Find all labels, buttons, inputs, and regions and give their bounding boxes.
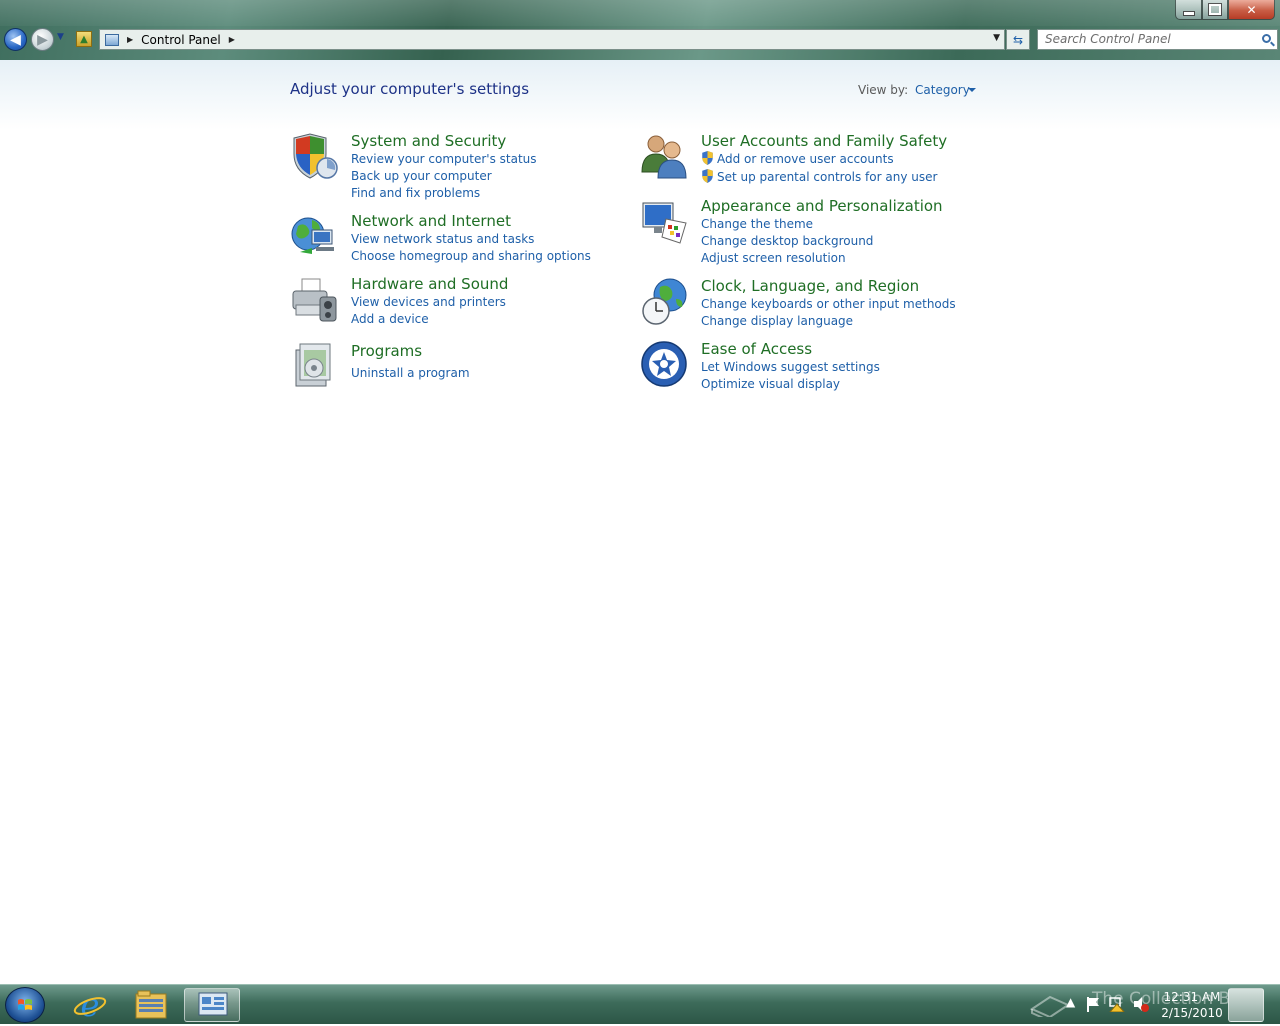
category-network-internet: Network and Internet View network status… [290, 212, 591, 267]
refresh-button[interactable]: ⇆ [1006, 29, 1030, 50]
breadcrumb-chevron-icon[interactable]: ▶ [229, 35, 235, 44]
taskbar-windows-explorer[interactable] [123, 988, 179, 1022]
taskbar-control-panel[interactable] [184, 988, 240, 1022]
programs-box-icon[interactable] [290, 342, 338, 390]
address-bar[interactable]: ▶ Control Panel ▶ ▼ [99, 29, 1005, 50]
link-view-network-status[interactable]: View network status and tasks [351, 232, 534, 246]
view-by-dropdown[interactable]: Category [915, 83, 970, 97]
show-desktop-button[interactable] [1228, 988, 1264, 1022]
control-panel-icon [105, 33, 119, 46]
category-appearance: Appearance and Personalization Change th… [640, 197, 960, 267]
link-review-status[interactable]: Review your computer's status [351, 152, 537, 166]
category-title-user-accounts[interactable]: User Accounts and Family Safety [701, 132, 947, 150]
taskbar: e The Collection Book ▲ 12:31 AM 2/15/20… [0, 984, 1280, 1024]
maximize-button[interactable] [1202, 0, 1228, 20]
network-globe-icon[interactable] [290, 212, 338, 260]
search-input[interactable]: Search Control Panel [1037, 29, 1278, 50]
category-system-security: System and Security Review your computer… [290, 132, 590, 202]
category-title-ease-access[interactable]: Ease of Access [701, 340, 812, 358]
link-parental-controls[interactable]: Set up parental controls for any user [717, 170, 937, 184]
link-add-remove-accounts[interactable]: Add or remove user accounts [717, 152, 894, 166]
category-user-accounts: User Accounts and Family Safety Add or r… [640, 132, 960, 187]
recent-pages-dropdown[interactable]: ▼ [57, 32, 67, 46]
category-title-hardware-sound[interactable]: Hardware and Sound [351, 275, 508, 293]
windows-logo-icon [18, 999, 32, 1010]
link-screen-resolution[interactable]: Adjust screen resolution [701, 251, 846, 265]
link-change-theme[interactable]: Change the theme [701, 217, 813, 231]
taskbar-clock[interactable]: 12:31 AM 2/15/2010 [1158, 989, 1226, 1021]
forward-button[interactable]: ▶ [31, 28, 54, 51]
clock-time: 12:31 AM [1163, 990, 1221, 1004]
action-center-flag-icon[interactable] [1086, 996, 1100, 1012]
back-button[interactable]: ◀ [4, 28, 27, 51]
link-uninstall-program[interactable]: Uninstall a program [351, 366, 470, 380]
link-change-keyboards[interactable]: Change keyboards or other input methods [701, 297, 956, 311]
taskbar-internet-explorer[interactable]: e [62, 986, 118, 1024]
breadcrumb-chevron-icon[interactable]: ▶ [127, 35, 133, 44]
category-clock-region: Clock, Language, and Region Change keybo… [640, 277, 960, 332]
category-title-clock-region[interactable]: Clock, Language, and Region [701, 277, 919, 295]
show-hidden-icons-button[interactable]: ▲ [1066, 995, 1075, 1009]
minimize-icon [1182, 10, 1195, 16]
category-title-appearance[interactable]: Appearance and Personalization [701, 197, 943, 215]
link-homegroup-sharing[interactable]: Choose homegroup and sharing options [351, 249, 591, 263]
category-hardware-sound: Hardware and Sound View devices and prin… [290, 275, 590, 330]
shield-icon[interactable] [290, 132, 338, 180]
up-arrow-icon: ▲ [80, 33, 88, 45]
minimize-button[interactable] [1175, 0, 1202, 20]
page-title: Adjust your computer's settings [290, 80, 530, 98]
uac-shield-icon [702, 151, 713, 165]
up-folder-button[interactable]: ▲ [76, 31, 92, 47]
clock-date: 2/15/2010 [1161, 1006, 1223, 1020]
category-programs: Programs Uninstall a program [290, 342, 590, 390]
internet-explorer-icon: e [73, 986, 107, 1024]
back-arrow-icon: ◀ [10, 31, 21, 48]
link-devices-printers[interactable]: View devices and printers [351, 295, 506, 309]
monitor-palette-icon[interactable] [640, 197, 688, 245]
address-dropdown-icon[interactable]: ▼ [993, 33, 1000, 43]
link-windows-suggest[interactable]: Let Windows suggest settings [701, 360, 880, 374]
link-add-device[interactable]: Add a device [351, 312, 429, 326]
forward-arrow-icon: ▶ [37, 31, 48, 48]
svg-text:e: e [81, 988, 100, 1022]
close-icon: ✕ [1246, 2, 1257, 17]
close-button[interactable]: ✕ [1228, 0, 1275, 20]
view-by-label: View by: [858, 83, 909, 97]
ease-of-access-icon[interactable] [640, 340, 688, 388]
link-find-fix-problems[interactable]: Find and fix problems [351, 186, 480, 200]
uac-shield-icon [702, 169, 713, 183]
window-frame: ✕ ◀ ▶ ▼ ▲ ▶ Control Panel ▶ ▼ ⇆ Search C… [0, 0, 1280, 60]
restore-icon [1208, 3, 1222, 16]
link-display-language[interactable]: Change display language [701, 314, 853, 328]
control-panel-content: Adjust your computer's settings View by:… [0, 60, 1280, 984]
search-icon[interactable] [1262, 34, 1271, 43]
clock-globe-icon[interactable] [640, 277, 688, 325]
link-back-up-computer[interactable]: Back up your computer [351, 169, 492, 183]
users-icon[interactable] [640, 132, 688, 180]
printer-icon[interactable] [290, 275, 338, 323]
watermark-book-logo [1030, 995, 1070, 1017]
chevron-down-icon[interactable] [968, 88, 976, 92]
search-placeholder: Search Control Panel [1045, 32, 1171, 46]
control-panel-icon [198, 992, 228, 1016]
refresh-icon: ⇆ [1012, 32, 1024, 47]
link-change-background[interactable]: Change desktop background [701, 234, 873, 248]
breadcrumb-control-panel[interactable]: Control Panel [141, 33, 221, 47]
link-optimize-visual[interactable]: Optimize visual display [701, 377, 840, 391]
category-title-network-internet[interactable]: Network and Internet [351, 212, 511, 230]
category-ease-access: Ease of Access Let Windows suggest setti… [640, 340, 960, 395]
category-title-system-security[interactable]: System and Security [351, 132, 506, 150]
folder-icon [135, 990, 167, 1019]
volume-muted-icon[interactable] [1133, 996, 1149, 1012]
start-button[interactable] [5, 987, 45, 1023]
category-title-programs[interactable]: Programs [351, 342, 422, 360]
network-warning-icon[interactable] [1109, 996, 1125, 1012]
